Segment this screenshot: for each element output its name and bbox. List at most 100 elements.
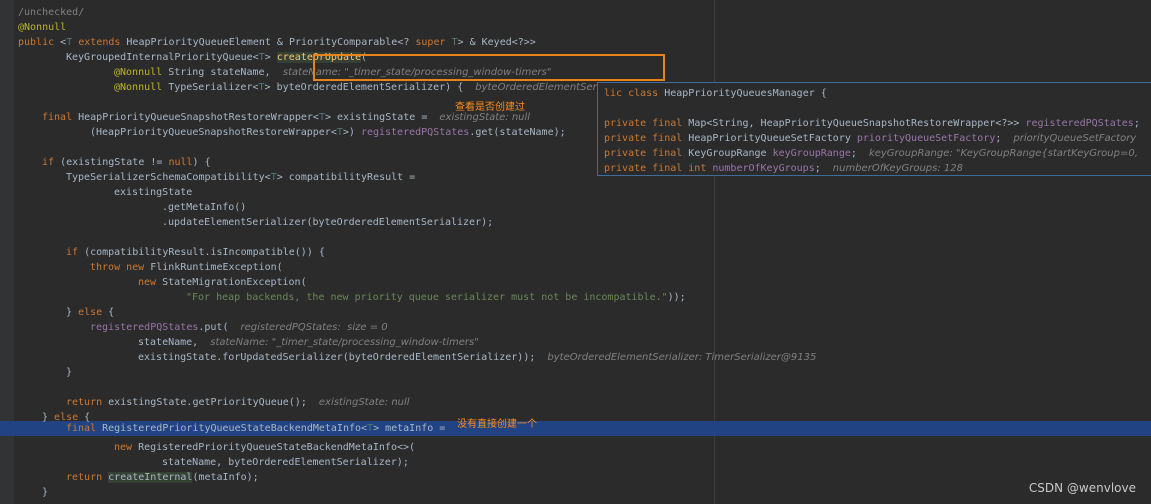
code-token: /unchecked/ [18, 7, 85, 18]
code-token: stateName: "_timer_state/processing_wind… [210, 337, 479, 348]
code-token: stateName, byteOrderedElementSerializer)… [162, 457, 409, 468]
watermark: CSDN @wenvlove [1028, 481, 1136, 495]
class-preview-popup: lic class HeapPriorityQueuesManager { pri… [597, 82, 1151, 176]
code-token: private final [604, 118, 689, 129]
code-token: registeredPQStates [360, 127, 470, 138]
code-line: .updateElementSerializer(byteOrderedElem… [162, 215, 493, 230]
code-token: > existingState = [324, 112, 440, 123]
code-token: extends [78, 37, 127, 48]
code-token: @Nonnull [18, 22, 67, 33]
code-token: ; [1133, 118, 1140, 129]
code-token: byteOrderedElementSerializer: TimerSeria… [547, 352, 817, 363]
code-token: KeyGroupedInternalPriorityQueue< [66, 52, 259, 63]
code-line: stateName, stateName: "_timer_state/proc… [138, 335, 479, 350]
code-token: existingState: null [318, 397, 410, 408]
code-line: final RegisteredPriorityQueueStateBacken… [66, 421, 445, 436]
code-token: return [66, 472, 109, 483]
code-token: FlinkRuntimeException( [150, 262, 283, 273]
code-token: } [66, 367, 73, 378]
code-token: (compatibilityResult.isIncompatible()) { [84, 247, 325, 258]
code-line: existingState.forUpdatedSerializer(byteO… [138, 350, 816, 365]
code-token: .getMetaInfo() [162, 202, 247, 213]
code-token: new [114, 442, 139, 453]
annotation-create-if-missing: 没有直接创建一个 [457, 419, 537, 430]
code-token: HeapPriorityQueueSnapshotRestoreWrapper< [78, 112, 319, 123]
code-token: } [66, 307, 79, 318]
code-line: @Nonnull [18, 20, 66, 35]
code-token: if [42, 157, 61, 168]
code-token: existingState.forUpdatedSerializer(byteO… [138, 352, 548, 363]
code-line: } [66, 365, 72, 380]
annotation-check-created: 查看是否创建过 [455, 102, 525, 113]
code-line: if (existingState != null) { [42, 155, 211, 170]
code-line: /unchecked/ [18, 5, 84, 20]
code-line: private final KeyGroupRange keyGroupRang… [604, 146, 1138, 161]
code-token: null [168, 157, 193, 168]
code-token: RegisteredPriorityQueueStateBackendMetaI… [138, 442, 416, 453]
code-token: .updateElementSerializer(byteOrderedElem… [162, 217, 494, 228]
code-line: return existingState.getPriorityQueue();… [66, 395, 410, 410]
code-line: "For heap backends, the new priority que… [186, 290, 686, 305]
code-token: KeyGroupRange [688, 148, 773, 159]
code-line: return createInternal(metaInfo); [66, 470, 259, 485]
code-token: .put( [198, 322, 241, 333]
code-line: .getMetaInfo() [162, 200, 246, 215]
code-token: stateName, [138, 337, 211, 348]
code-token: @Nonnull [114, 67, 169, 78]
code-token: (metaInfo); [192, 472, 259, 483]
code-token: )); [667, 292, 686, 303]
code-line: private final int numberOfKeyGroups; num… [604, 161, 963, 176]
code-line: new StateMigrationException( [138, 275, 307, 290]
code-token: StateMigrationException( [162, 277, 307, 288]
code-line: new RegisteredPriorityQueueStateBackendM… [114, 440, 415, 455]
code-token: } [42, 487, 49, 498]
code-token: >) [342, 127, 361, 138]
code-line: TypeSerializerSchemaCompatibility<T> com… [66, 170, 415, 185]
code-token: String stateName, [168, 67, 277, 78]
code-token: ; [814, 163, 833, 174]
code-token: private final [604, 133, 689, 144]
code-token: .get(stateName); [469, 127, 566, 138]
code-token: existingState.getPriorityQueue(); [108, 397, 319, 408]
code-line: (HeapPriorityQueueSnapshotRestoreWrapper… [90, 125, 566, 140]
code-token: @Nonnull [114, 82, 169, 93]
code-token: final [42, 112, 79, 123]
code-token: HeapPriorityQueueElement & PriorityCompa… [126, 37, 416, 48]
code-token: T [66, 37, 79, 48]
code-line: throw new FlinkRuntimeException( [90, 260, 283, 275]
code-token: Map<String, HeapPriorityQueueSnapshotRes… [688, 118, 1026, 129]
code-token: priorityQueueSetFactory [856, 133, 996, 144]
code-token: throw new [90, 262, 151, 273]
code-line: } else { [66, 305, 114, 320]
code-line: private final Map<String, HeapPriorityQu… [604, 116, 1140, 131]
code-token: numberOfKeyGroups [712, 163, 815, 174]
code-token: RegisteredPriorityQueueStateBackendMetaI… [102, 423, 368, 434]
code-token: public [18, 37, 61, 48]
code-token: createInternal [108, 472, 193, 483]
code-token: "For heap backends, the new priority que… [186, 292, 668, 303]
code-line: registeredPQStates.put( registeredPQStat… [90, 320, 388, 335]
code-token: registeredPQStates [1025, 118, 1134, 129]
code-token: ) { [192, 157, 211, 168]
code-token: keyGroupRange: "KeyGroupRange{startKeyGr… [868, 148, 1138, 159]
code-line: stateName, byteOrderedElementSerializer)… [162, 455, 409, 470]
code-token: ; [995, 133, 1014, 144]
code-token: TypeSerializerSchemaCompatibility< [66, 172, 271, 183]
code-token: numberOfKeyGroups: 128 [832, 163, 963, 174]
code-line: } [42, 485, 48, 500]
code-token: keyGroupRange [772, 148, 851, 159]
code-token: HeapPriorityQueuesManager { [664, 88, 827, 99]
code-token: > byteOrderedElementSerializer) { [264, 82, 476, 93]
code-token: (existingState != [60, 157, 169, 168]
code-token: private final int [604, 163, 713, 174]
code-token: private final [604, 148, 689, 159]
code-token: (HeapPriorityQueueSnapshotRestoreWrapper… [90, 127, 337, 138]
code-line: if (compatibilityResult.isIncompatible()… [66, 245, 325, 260]
code-token: ; [850, 148, 869, 159]
code-line: lic class HeapPriorityQueuesManager { [604, 86, 827, 101]
code-token: new [138, 277, 163, 288]
code-token: { [108, 307, 115, 318]
code-token: > & Keyed<?>> [457, 37, 536, 48]
code-token: priorityQueueSetFactory [1013, 133, 1137, 144]
code-token: > compatibilityResult = [276, 172, 416, 183]
